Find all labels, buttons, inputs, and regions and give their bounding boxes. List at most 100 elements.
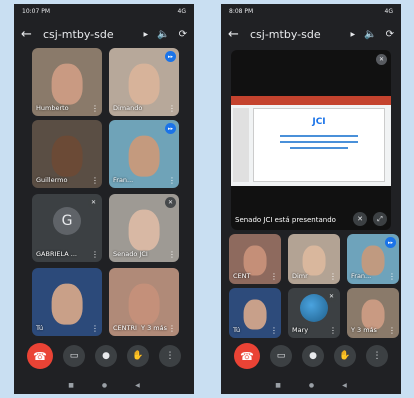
switch-camera-icon[interactable]: ⟳	[179, 29, 187, 40]
slide-thumbnails	[233, 108, 249, 182]
back-arrow-icon[interactable]: ←	[21, 27, 35, 42]
participant-name: Fran...	[113, 176, 134, 184]
participant-video	[51, 135, 83, 177]
unpin-presentation-button[interactable]: ✕	[353, 212, 367, 226]
nav-recents-icon[interactable]: ■	[275, 382, 281, 389]
more-options-button[interactable]: ⋮	[366, 345, 388, 367]
end-call-button[interactable]: ☎	[27, 343, 53, 369]
end-call-button[interactable]: ☎	[234, 343, 260, 369]
presenting-label: Senado JCI está presentando	[235, 216, 336, 224]
phone-right: 8:08 PM 4G ← csj-mtby-sde ▶ 🔈 ⟳ ✕ JCI Se…	[221, 4, 401, 394]
tile-more-icon[interactable]: ⋮	[91, 177, 99, 185]
participant-name: Dimr	[292, 272, 308, 280]
status-network: 4G	[177, 7, 186, 15]
speaker-icon[interactable]: 🔈	[157, 29, 169, 40]
participant-name: CENT	[233, 272, 251, 280]
meeting-code[interactable]: csj-mtby-sde	[250, 28, 349, 41]
tile-more-icon[interactable]: ⋮	[270, 273, 278, 281]
presentation-area[interactable]: ✕ JCI Senado JCI está presentando ✕ ⤢	[231, 50, 391, 230]
participant-tile[interactable]: CENT ⋮	[229, 234, 281, 284]
raise-hand-button[interactable]: ✋	[127, 345, 149, 367]
speaker-icon[interactable]: 🔈	[364, 29, 376, 40]
tile-more-icon[interactable]: ⋮	[168, 177, 176, 185]
tile-more-icon[interactable]: ⋮	[91, 325, 99, 333]
more-participants-label: Y 3 más	[141, 324, 167, 332]
status-network: 4G	[384, 7, 393, 15]
nav-back-icon[interactable]: ◀	[342, 382, 347, 389]
slide-text-line	[290, 147, 348, 149]
participant-video	[128, 135, 160, 177]
back-arrow-icon[interactable]: ←	[228, 27, 242, 42]
participant-name: Mary	[292, 326, 309, 334]
caret-right-icon[interactable]: ▶	[351, 31, 356, 38]
participant-name: GABRIELA ...	[36, 250, 77, 258]
status-time: 10:07 PM	[22, 7, 50, 15]
status-bar: 10:07 PM 4G	[14, 4, 194, 18]
camera-button[interactable]: ▭	[270, 345, 292, 367]
participant-tile[interactable]: ▸▸ Fran... ⋮	[347, 234, 399, 284]
tile-more-icon[interactable]: ⋮	[388, 327, 396, 335]
participant-tile[interactable]: ✕ Mary ⋮	[288, 288, 340, 338]
tile-more-icon[interactable]: ⋮	[329, 273, 337, 281]
shared-slide: JCI	[231, 96, 391, 186]
participant-name: Y 3 más	[351, 326, 377, 334]
tile-more-icon[interactable]: ⋮	[91, 251, 99, 259]
mic-off-icon: ✕	[88, 197, 99, 208]
participant-tile[interactable]: Humberto ⋮	[32, 48, 102, 116]
presentation-mic-off-icon: ✕	[376, 54, 387, 65]
participant-tile[interactable]: CENTRI Y 3 más ⋮	[109, 268, 179, 336]
android-nav-bar: ■ ● ◀	[14, 378, 194, 392]
mic-button[interactable]: ●	[95, 345, 117, 367]
tile-more-icon[interactable]: ⋮	[329, 327, 337, 335]
participant-video	[128, 283, 160, 325]
status-time: 8:08 PM	[229, 7, 254, 15]
tile-more-icon[interactable]: ⋮	[91, 105, 99, 113]
participant-video	[361, 245, 385, 276]
speaking-indicator-icon: ▸▸	[165, 123, 176, 134]
participant-tile[interactable]: Tú ⋮	[32, 268, 102, 336]
participant-video	[361, 299, 385, 330]
phone-left: 10:07 PM 4G ← csj-mtby-sde ▶ 🔈 ⟳ Humbert…	[14, 4, 194, 394]
participant-name: Humberto	[36, 104, 69, 112]
tile-more-icon[interactable]: ⋮	[270, 327, 278, 335]
participant-video	[128, 209, 160, 251]
meeting-top-bar: ← csj-mtby-sde ▶ 🔈 ⟳	[14, 22, 194, 46]
nav-home-icon[interactable]: ●	[102, 382, 107, 389]
participant-tile[interactable]: ▸▸ Fran... ⋮	[109, 120, 179, 188]
nav-home-icon[interactable]: ●	[309, 382, 314, 389]
participant-name: CENTRI	[113, 324, 137, 332]
participant-video	[243, 245, 267, 276]
switch-camera-icon[interactable]: ⟳	[386, 29, 394, 40]
meeting-code[interactable]: csj-mtby-sde	[43, 28, 142, 41]
fullscreen-button[interactable]: ⤢	[373, 212, 387, 226]
participant-tile[interactable]: Dimr ⋮	[288, 234, 340, 284]
participant-video	[128, 63, 160, 105]
participant-tile[interactable]: ✕ Senado JCI ⋮	[109, 194, 179, 262]
nav-recents-icon[interactable]: ■	[68, 382, 74, 389]
tile-more-icon[interactable]: ⋮	[168, 325, 176, 333]
participant-video	[243, 299, 267, 330]
camera-button[interactable]: ▭	[63, 345, 85, 367]
participant-name: Guillermo	[36, 176, 68, 184]
participant-tile[interactable]: ▸▸ Dimando ⋮	[109, 48, 179, 116]
participant-name: Fran...	[351, 272, 372, 280]
tile-more-icon[interactable]: ⋮	[388, 273, 396, 281]
participant-video	[302, 245, 326, 276]
participant-video	[51, 63, 83, 105]
slide-text-line	[280, 135, 358, 137]
tile-more-icon[interactable]: ⋮	[168, 251, 176, 259]
more-options-button[interactable]: ⋮	[159, 345, 181, 367]
slide-page: JCI	[253, 108, 385, 182]
mic-button[interactable]: ●	[302, 345, 324, 367]
participant-name: Tú	[36, 324, 44, 332]
participant-tile[interactable]: Guillermo ⋮	[32, 120, 102, 188]
avatar: G	[53, 207, 81, 236]
raise-hand-button[interactable]: ✋	[334, 345, 356, 367]
participant-tile[interactable]: Y 3 más ⋮	[347, 288, 399, 338]
caret-right-icon[interactable]: ▶	[144, 31, 149, 38]
participant-tile[interactable]: Tú ⋮	[229, 288, 281, 338]
speaking-indicator-icon: ▸▸	[385, 237, 396, 248]
nav-back-icon[interactable]: ◀	[135, 382, 140, 389]
tile-more-icon[interactable]: ⋮	[168, 105, 176, 113]
participant-tile[interactable]: G ✕ GABRIELA ... ⋮	[32, 194, 102, 262]
